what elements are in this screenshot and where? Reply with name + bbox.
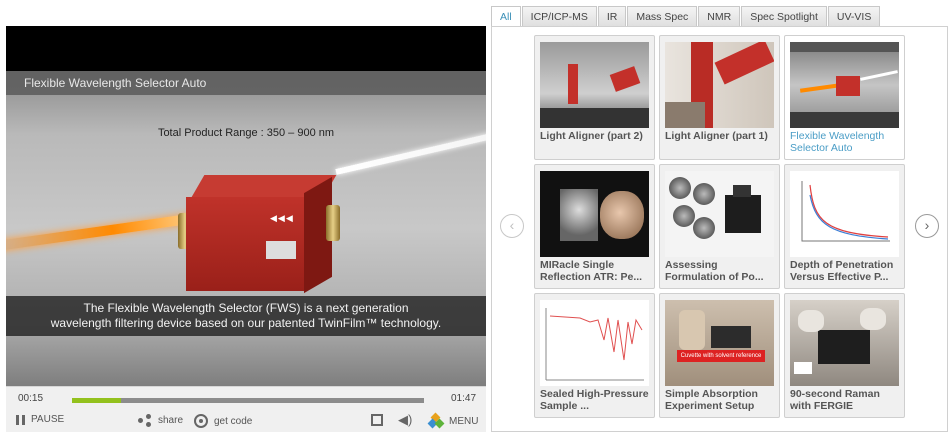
video-card[interactable]: 90-second Raman with FERGIE — [784, 293, 905, 418]
device-label-plate — [266, 241, 296, 259]
current-time: 00:15 — [18, 393, 44, 404]
caption-line-1: The Flexible Wavelength Selector (FWS) i… — [83, 301, 409, 315]
tab-all[interactable]: All — [491, 6, 521, 28]
embed-code-icon — [194, 414, 208, 428]
video-thumbnail — [665, 171, 774, 257]
video-card[interactable]: Depth of Penetration Versus Effective P.… — [784, 164, 905, 289]
next-page-button[interactable]: › — [915, 214, 939, 238]
video-thumbnail — [665, 42, 774, 128]
share-icon — [138, 414, 152, 427]
pause-icon — [16, 414, 25, 425]
pause-label: PAUSE — [31, 414, 65, 425]
tab-uv-vis[interactable]: UV-VIS — [827, 6, 881, 27]
fullscreen-icon — [371, 414, 383, 426]
wavelength-selector-device-image: ◀◀◀ — [178, 175, 340, 294]
video-title: Flexible Wavelength Selector Auto — [790, 130, 885, 154]
ir-spectrum-graph — [545, 308, 644, 381]
video-title: Sealed High-Pressure Sample ... — [540, 388, 649, 412]
caption-line-2: wavelength filtering device based on our… — [50, 316, 442, 330]
video-card[interactable]: Light Aligner (part 2) — [534, 35, 655, 160]
video-card-active[interactable]: Flexible Wavelength Selector Auto — [784, 35, 905, 160]
menu-button[interactable]: MENU — [427, 412, 479, 429]
video-title: Depth of Penetration Versus Effective P.… — [790, 259, 894, 283]
video-title: Simple Absorption Experiment Setup — [665, 388, 758, 412]
player-controls: 00:15 01:47 PAUSE share get code ◀) MENU — [6, 386, 486, 432]
video-player[interactable]: Flexible Wavelength Selector Auto Total … — [6, 26, 486, 432]
video-title: Flexible Wavelength Selector Auto — [24, 76, 207, 90]
pause-button[interactable]: PAUSE — [16, 414, 64, 425]
video-title: Assessing Formulation of Po... — [665, 259, 764, 283]
tab-ir[interactable]: IR — [597, 6, 627, 27]
video-caption: The Flexible Wavelength Selector (FWS) i… — [6, 296, 486, 336]
video-thumbnail — [790, 300, 899, 386]
arrows-icon: ◀◀◀ — [270, 213, 294, 223]
video-card[interactable]: Sealed High-Pressure Sample ... — [534, 293, 655, 418]
video-thumbnail — [540, 171, 649, 257]
video-title-bar: Flexible Wavelength Selector Auto — [6, 71, 486, 95]
video-title: MIRacle Single Reflection ATR: Pe... — [540, 259, 643, 283]
penetration-depth-graph — [801, 181, 890, 242]
total-time: 01:47 — [451, 393, 477, 404]
prev-page-button[interactable]: ‹ — [500, 214, 524, 238]
video-thumbnail — [790, 171, 899, 257]
video-title: 90-second Raman with FERGIE — [790, 388, 880, 412]
menu-icon — [427, 412, 445, 429]
video-frame[interactable]: Flexible Wavelength Selector Auto Total … — [6, 71, 486, 386]
video-thumbnail — [540, 300, 649, 386]
chevron-right-icon: › — [924, 217, 930, 233]
share-label: share — [158, 414, 184, 426]
share-button[interactable]: share — [138, 414, 184, 427]
tab-spec-spotlight[interactable]: Spec Spotlight — [741, 6, 827, 27]
chevron-left-icon: ‹ — [509, 217, 515, 233]
volume-button[interactable]: ◀) — [398, 412, 413, 427]
volume-icon: ◀) — [398, 412, 413, 427]
video-card[interactable]: Assessing Formulation of Po... — [659, 164, 780, 289]
thumb-overlay-text: Cuvette with solvent reference — [677, 350, 765, 362]
video-title: Light Aligner (part 1) — [665, 130, 768, 142]
get-code-label: get code — [214, 415, 253, 427]
progress-fill — [72, 398, 122, 403]
video-card[interactable]: MIRacle Single Reflection ATR: Pe... — [534, 164, 655, 289]
progress-bar[interactable] — [72, 398, 424, 403]
video-card[interactable]: Light Aligner (part 1) — [659, 35, 780, 160]
orange-light-beam — [6, 213, 197, 253]
video-thumbnail: Cuvette with solvent reference — [665, 300, 774, 386]
video-thumbnail — [540, 42, 649, 128]
tab-mass-spec[interactable]: Mass Spec — [627, 6, 698, 27]
category-tabs: All ICP/ICP-MS IR Mass Spec NMR Spec Spo… — [491, 6, 881, 28]
video-thumbnail — [790, 42, 899, 128]
menu-label: MENU — [449, 415, 479, 427]
video-card[interactable]: Cuvette with solvent reference Simple Ab… — [659, 293, 780, 418]
tab-nmr[interactable]: NMR — [698, 6, 741, 27]
get-code-button[interactable]: get code — [194, 414, 252, 428]
tab-icp-icp-ms[interactable]: ICP/ICP-MS — [521, 6, 597, 27]
fullscreen-button[interactable] — [371, 414, 383, 426]
video-subtitle: Total Product Range : 350 – 900 nm — [157, 127, 335, 139]
video-title: Light Aligner (part 2) — [540, 130, 643, 142]
